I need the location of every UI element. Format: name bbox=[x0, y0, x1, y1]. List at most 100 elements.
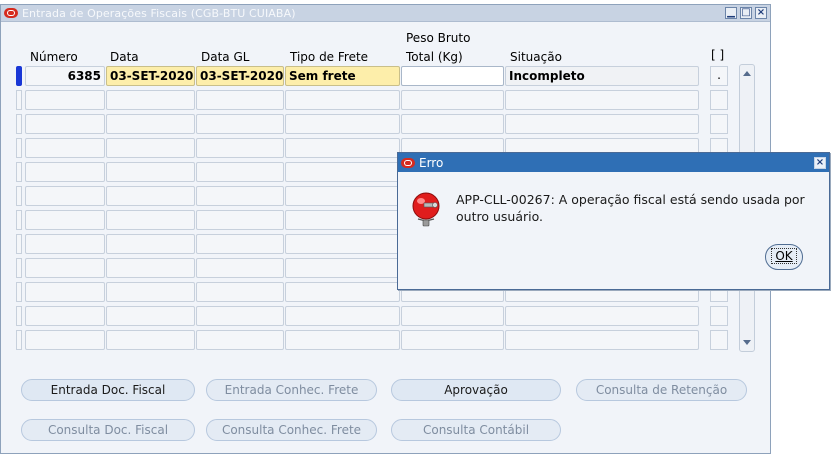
table-cell[interactable] bbox=[196, 258, 284, 278]
row-checkbox[interactable] bbox=[710, 330, 728, 350]
ok-label: OK bbox=[771, 248, 797, 264]
table-cell[interactable] bbox=[401, 306, 504, 326]
row-indicator[interactable] bbox=[16, 258, 22, 278]
table-cell[interactable] bbox=[196, 282, 284, 302]
table-cell[interactable] bbox=[25, 306, 105, 326]
header-check: [ ] bbox=[711, 48, 725, 62]
aprovacao-button[interactable]: Aprovação bbox=[391, 379, 561, 401]
table-cell[interactable] bbox=[25, 210, 105, 230]
table-cell[interactable] bbox=[106, 258, 195, 278]
window-title: Entrada de Operações Fiscais (CGB-BTU CU… bbox=[22, 6, 296, 20]
table-cell[interactable] bbox=[196, 234, 284, 254]
ok-button[interactable]: OK bbox=[765, 244, 803, 270]
table-cell[interactable] bbox=[106, 138, 195, 158]
table-cell[interactable] bbox=[505, 306, 699, 326]
table-cell[interactable] bbox=[285, 330, 400, 350]
table-cell[interactable] bbox=[196, 138, 284, 158]
table-cell[interactable] bbox=[25, 90, 105, 110]
table-cell[interactable] bbox=[196, 306, 284, 326]
cell-numero[interactable]: 6385 bbox=[25, 66, 105, 86]
maximize-button[interactable]: □ bbox=[740, 7, 752, 19]
table-cell[interactable] bbox=[505, 114, 699, 134]
table-cell[interactable] bbox=[285, 282, 400, 302]
table-cell[interactable] bbox=[106, 306, 195, 326]
table-cell[interactable] bbox=[505, 330, 699, 350]
dialog-titlebar: Erro × bbox=[398, 153, 829, 172]
table-cell[interactable] bbox=[25, 138, 105, 158]
header-data: Data bbox=[110, 50, 139, 64]
row-indicator[interactable] bbox=[16, 234, 22, 254]
table-cell[interactable] bbox=[285, 162, 400, 182]
table-cell[interactable] bbox=[106, 234, 195, 254]
entrada-conhec-frete-button[interactable]: Entrada Conhec. Frete bbox=[206, 379, 377, 401]
table-cell[interactable] bbox=[285, 114, 400, 134]
cell-peso[interactable] bbox=[401, 66, 504, 86]
row-checkbox[interactable] bbox=[710, 306, 728, 326]
row-checkbox[interactable] bbox=[710, 90, 728, 110]
table-cell[interactable] bbox=[25, 282, 105, 302]
cell-data[interactable]: 03-SET-2020 bbox=[106, 66, 195, 86]
table-cell[interactable] bbox=[25, 162, 105, 182]
table-cell[interactable] bbox=[25, 186, 105, 206]
close-button[interactable]: × bbox=[755, 7, 767, 19]
table-cell[interactable] bbox=[285, 90, 400, 110]
row-indicator[interactable] bbox=[16, 282, 22, 302]
table-cell[interactable] bbox=[106, 210, 195, 230]
consulta-conhec-frete-button[interactable]: Consulta Conhec. Frete bbox=[206, 419, 377, 441]
table-cell[interactable] bbox=[401, 114, 504, 134]
alarm-bell-icon bbox=[412, 192, 440, 227]
table-cell[interactable] bbox=[285, 234, 400, 254]
consulta-doc-fiscal-button[interactable]: Consulta Doc. Fiscal bbox=[21, 419, 195, 441]
table-cell[interactable] bbox=[106, 282, 195, 302]
dialog-title: Erro bbox=[419, 155, 444, 170]
table-cell[interactable] bbox=[106, 162, 195, 182]
row-indicator[interactable] bbox=[16, 186, 22, 206]
row-indicator-active[interactable] bbox=[16, 66, 22, 86]
header-tipo-frete: Tipo de Frete bbox=[290, 50, 369, 64]
table-cell[interactable] bbox=[285, 186, 400, 206]
table-cell[interactable] bbox=[106, 90, 195, 110]
table-cell[interactable] bbox=[196, 210, 284, 230]
table-cell[interactable] bbox=[285, 258, 400, 278]
table-cell[interactable] bbox=[401, 330, 504, 350]
table-cell[interactable] bbox=[285, 306, 400, 326]
row-indicator[interactable] bbox=[16, 306, 22, 326]
dialog-close-button[interactable]: × bbox=[814, 156, 826, 169]
table-cell[interactable] bbox=[505, 90, 699, 110]
row-indicator[interactable] bbox=[16, 138, 22, 158]
table-cell[interactable] bbox=[25, 330, 105, 350]
consulta-contabil-button[interactable]: Consulta Contábil bbox=[391, 419, 561, 441]
row-checkbox[interactable] bbox=[710, 114, 728, 134]
error-message: APP-CLL-00267: A operação fiscal está se… bbox=[456, 192, 805, 224]
cell-data-gl[interactable]: 03-SET-2020 bbox=[196, 66, 284, 86]
minimize-button[interactable]: ▁ bbox=[725, 7, 737, 19]
cell-check[interactable]: . bbox=[710, 66, 728, 86]
row-indicator[interactable] bbox=[16, 114, 22, 134]
table-cell[interactable] bbox=[285, 210, 400, 230]
table-cell[interactable] bbox=[196, 90, 284, 110]
table-cell[interactable] bbox=[196, 162, 284, 182]
table-cell[interactable] bbox=[106, 186, 195, 206]
entrada-doc-fiscal-button[interactable]: Entrada Doc. Fiscal bbox=[21, 379, 195, 401]
table-cell[interactable] bbox=[196, 330, 284, 350]
row-indicator[interactable] bbox=[16, 162, 22, 182]
scroll-down-icon[interactable] bbox=[743, 340, 751, 345]
table-cell[interactable] bbox=[25, 258, 105, 278]
table-cell[interactable] bbox=[285, 138, 400, 158]
cell-situacao[interactable]: Incompleto bbox=[505, 66, 699, 86]
cell-tipo-frete[interactable]: Sem frete bbox=[285, 66, 400, 86]
table-cell[interactable] bbox=[196, 114, 284, 134]
table-cell[interactable] bbox=[25, 114, 105, 134]
row-indicator[interactable] bbox=[16, 210, 22, 230]
table-cell[interactable] bbox=[401, 90, 504, 110]
window-titlebar: Entrada de Operações Fiscais (CGB-BTU CU… bbox=[1, 5, 770, 22]
row-indicator[interactable] bbox=[16, 90, 22, 110]
scroll-up-icon[interactable] bbox=[743, 71, 751, 76]
table-cell[interactable] bbox=[106, 114, 195, 134]
table-cell[interactable] bbox=[106, 330, 195, 350]
table-cell[interactable] bbox=[196, 186, 284, 206]
row-indicator[interactable] bbox=[16, 330, 22, 350]
table-cell[interactable] bbox=[25, 234, 105, 254]
consulta-retencao-button[interactable]: Consulta de Retenção bbox=[576, 379, 747, 401]
header-peso-line1: Peso Bruto bbox=[406, 31, 471, 45]
